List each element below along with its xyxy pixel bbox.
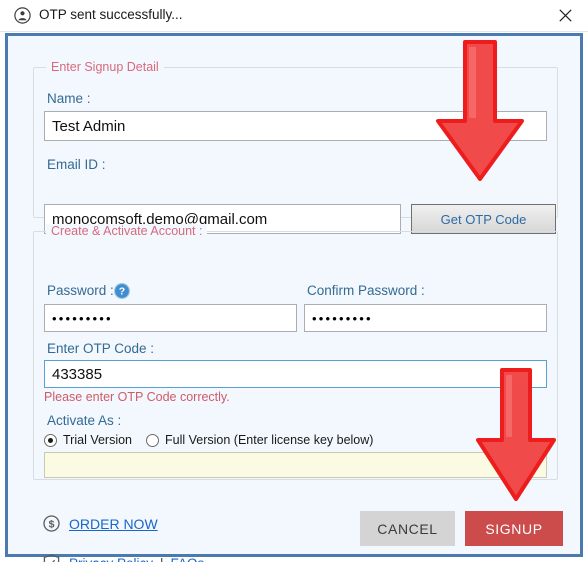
- signup-detail-legend: Enter Signup Detail: [46, 60, 164, 74]
- svg-text:$: $: [49, 518, 55, 530]
- activate-as-radio-group: Trial Version Full Version (Enter licens…: [44, 433, 387, 447]
- order-now-link[interactable]: ORDER NOW: [69, 516, 158, 532]
- dialog-content: Enter Signup Detail Name : Test Admin Em…: [8, 36, 580, 562]
- close-button[interactable]: [543, 0, 588, 31]
- link-separator: |: [160, 556, 164, 562]
- name-input-value: Test Admin: [52, 117, 126, 135]
- otp-code-input[interactable]: 433385: [44, 360, 547, 388]
- get-otp-code-label: Get OTP Code: [440, 211, 527, 227]
- password-input-value: •••••••••: [52, 310, 113, 326]
- title-bar: OTP sent successfully...: [0, 0, 588, 32]
- signup-dialog: OTP sent successfully... Enter Signup De…: [0, 0, 588, 562]
- radio-trial-version-label: Trial Version: [63, 433, 133, 447]
- privacy-policy-link[interactable]: Privacy Policy: [69, 556, 153, 562]
- svg-text:?: ?: [119, 286, 125, 298]
- cancel-button[interactable]: CANCEL: [360, 511, 455, 546]
- get-otp-code-button[interactable]: Get OTP Code: [411, 204, 556, 234]
- signup-detail-group: Enter Signup Detail: [33, 60, 558, 218]
- radio-full-version-label: Full Version (Enter license key below): [165, 433, 374, 447]
- name-input[interactable]: Test Admin: [44, 111, 547, 141]
- radio-trial-version-indicator: [44, 433, 57, 447]
- create-activate-account-legend: Create & Activate Account :: [46, 224, 208, 238]
- user-circle-icon: [14, 7, 31, 24]
- otp-code-input-value: 433385: [52, 365, 103, 383]
- password-input[interactable]: •••••••••: [44, 304, 297, 332]
- title-text: OTP sent successfully...: [39, 7, 183, 22]
- radio-full-version[interactable]: Full Version (Enter license key below): [146, 433, 373, 447]
- dialog-body: Enter Signup Detail Name : Test Admin Em…: [5, 33, 583, 562]
- confirm-password-input-value: •••••••••: [312, 310, 373, 326]
- order-now-row[interactable]: $ ORDER NOW: [43, 515, 158, 532]
- license-key-input[interactable]: [44, 452, 547, 478]
- name-label: Name :: [47, 91, 91, 106]
- otp-error-message: Please enter OTP Code correctly.: [44, 390, 230, 404]
- password-label: Password :: [47, 283, 114, 298]
- activate-as-label: Activate As :: [47, 413, 122, 428]
- radio-trial-version[interactable]: Trial Version: [44, 433, 132, 447]
- policy-links-row: Privacy Policy | FAQs: [43, 554, 204, 562]
- help-circle-icon[interactable]: ?: [114, 283, 130, 299]
- close-icon: [559, 9, 572, 22]
- otp-code-label: Enter OTP Code :: [47, 341, 155, 356]
- confirm-password-input[interactable]: •••••••••: [304, 304, 547, 332]
- email-label: Email ID :: [47, 157, 106, 172]
- faqs-link[interactable]: FAQs: [171, 556, 205, 562]
- confirm-password-label: Confirm Password :: [307, 283, 425, 298]
- cancel-button-label: CANCEL: [377, 520, 438, 537]
- radio-full-version-indicator: [146, 433, 160, 447]
- dollar-circle-icon: $: [43, 515, 60, 532]
- shield-check-icon: [43, 554, 60, 562]
- signup-button-label: SIGNUP: [485, 520, 543, 537]
- signup-button[interactable]: SIGNUP: [465, 511, 563, 546]
